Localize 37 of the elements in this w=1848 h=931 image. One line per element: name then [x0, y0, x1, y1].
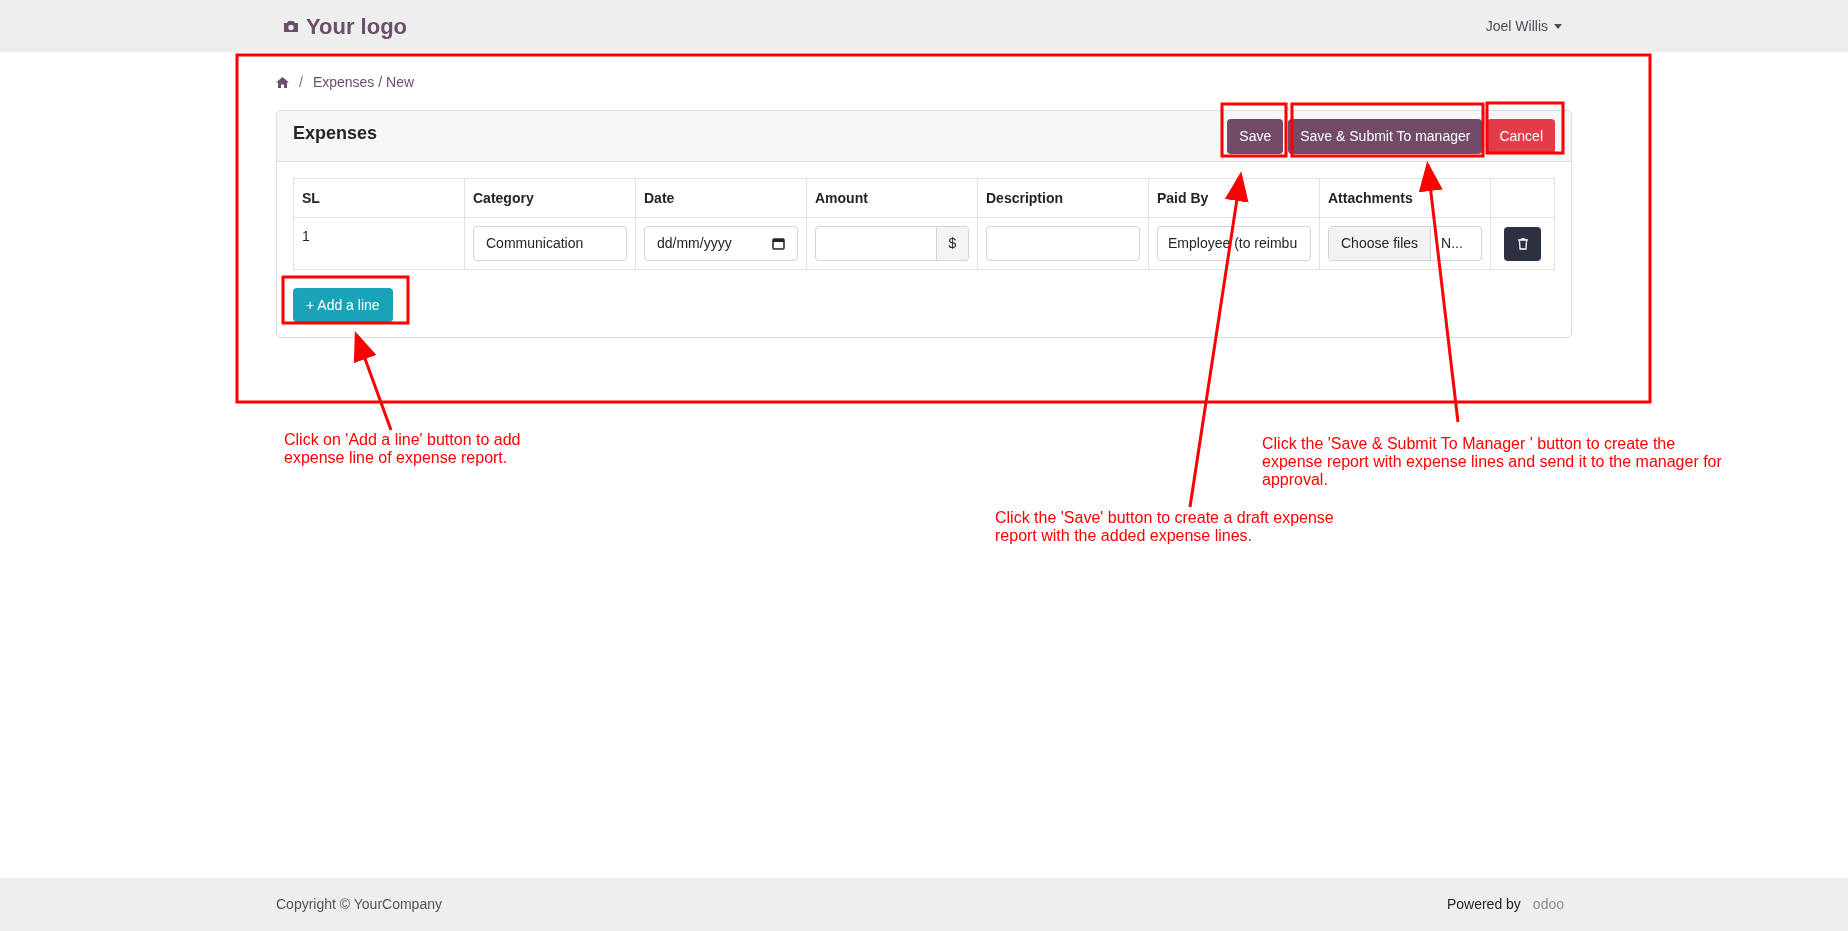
paid-by-field[interactable]: Employee (to reimbu — [1157, 226, 1311, 261]
currency-addon: $ — [936, 227, 968, 260]
delete-button[interactable] — [1504, 226, 1541, 261]
camera-icon — [282, 18, 300, 34]
logo-link[interactable]: Your logo — [282, 9, 408, 43]
card-title: Expenses — [293, 122, 378, 145]
breadcrumb-link[interactable]: Expenses / New — [312, 72, 415, 93]
choose-files-button[interactable]: Choose files — [1329, 227, 1432, 260]
file-name: N... — [1440, 234, 1464, 253]
column-header: Description — [977, 178, 1149, 218]
annotation-text: Click the 'Save & Submit To Manager ' button to create the expense report with expense lines and send it to the manager for approval. — [1262, 435, 1722, 489]
column-header: Date — [635, 178, 807, 218]
copyright-text: Copyright © YourCompany — [276, 895, 442, 914]
breadcrumb-separator: / — [299, 73, 303, 92]
annotation-text: Click the 'Save' button to create a draft expense report with the added expense lines. — [995, 509, 1335, 545]
home-icon[interactable] — [276, 77, 289, 88]
column-header: Amount — [806, 178, 978, 218]
annotation-text: Click on 'Add a line' button to add expense line of expense report. — [284, 431, 522, 467]
table-cell: 1 — [293, 217, 465, 270]
save-button[interactable]: Save — [1227, 119, 1284, 154]
powered-by-text: Powered by — [1446, 895, 1521, 914]
file-field[interactable]: Choose files N... — [1328, 226, 1482, 261]
column-header: Attachments — [1319, 178, 1491, 218]
amount-field[interactable]: $ — [815, 226, 969, 261]
description-field[interactable] — [986, 226, 1140, 261]
date-field[interactable]: dd/mm/yyyy — [644, 226, 798, 261]
category-field[interactable]: Communication — [473, 226, 627, 261]
column-header: Paid By — [1148, 178, 1320, 218]
cancel-button[interactable]: Cancel — [1487, 119, 1555, 154]
column-header: Category — [464, 178, 636, 218]
brand-logo: odoo — [1532, 895, 1564, 914]
user-menu[interactable]: Joel Willis — [1485, 15, 1562, 37]
column-header: SL — [293, 178, 465, 218]
submit-button[interactable]: Save & Submit To manager — [1288, 119, 1483, 154]
trash-icon — [1517, 237, 1528, 250]
caret-icon — [1554, 23, 1562, 29]
calendar-icon — [772, 237, 785, 250]
